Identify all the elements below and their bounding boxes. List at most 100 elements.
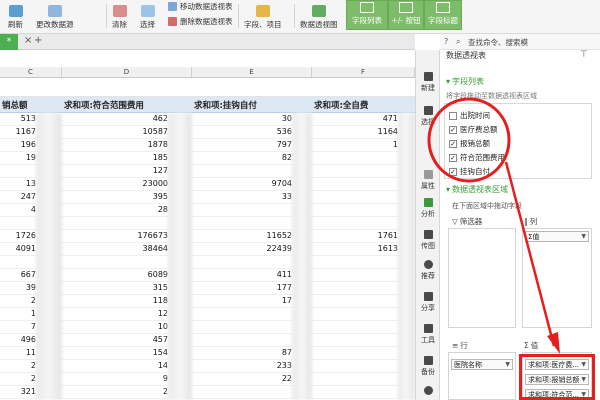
- pivot-chart-button[interactable]: 数据透视图: [300, 2, 338, 30]
- column-header-d[interactable]: D: [62, 67, 192, 78]
- table-cell[interactable]: 30: [252, 114, 292, 125]
- table-cell[interactable]: 1164: [358, 127, 398, 138]
- new-button[interactable]: 新建: [416, 72, 440, 93]
- table-cell[interactable]: 1761: [358, 231, 398, 242]
- table-cell[interactable]: [252, 205, 292, 216]
- field-header-button[interactable]: 字段标题: [424, 0, 462, 30]
- table-cell[interactable]: [358, 322, 398, 333]
- table-cell[interactable]: 154: [128, 348, 168, 359]
- table-cell[interactable]: [252, 387, 292, 398]
- table-cell[interactable]: [358, 374, 398, 385]
- table-cell[interactable]: 1: [0, 309, 36, 320]
- table-cell[interactable]: [358, 335, 398, 346]
- table-cell[interactable]: 22: [252, 374, 292, 385]
- table-cell[interactable]: [358, 361, 398, 372]
- table-cell[interactable]: 10: [128, 322, 168, 333]
- table-cell[interactable]: 471: [358, 114, 398, 125]
- table-cell[interactable]: 462: [128, 114, 168, 125]
- header-cell[interactable]: 销总额: [0, 97, 62, 113]
- spreadsheet-grid[interactable]: C D E F 销总额 求和项:符合范围费用 求和项:挂钩自付 求和项:全自费 …: [0, 50, 415, 400]
- table-cell[interactable]: 411: [252, 270, 292, 281]
- table-cell[interactable]: [358, 192, 398, 203]
- table-cell[interactable]: [0, 218, 36, 229]
- table-cell[interactable]: [358, 153, 398, 164]
- pin-icon[interactable]: ⊤: [580, 50, 588, 60]
- table-cell[interactable]: 395: [128, 192, 168, 203]
- column-header-c[interactable]: C: [0, 67, 62, 78]
- table-cell[interactable]: 536: [252, 127, 292, 138]
- table-cell[interactable]: 2: [0, 374, 36, 385]
- table-cell[interactable]: 14: [128, 361, 168, 372]
- table-cell[interactable]: [358, 387, 398, 398]
- field-list-button[interactable]: 字段列表: [346, 0, 388, 30]
- table-cell[interactable]: [0, 257, 36, 268]
- recommend-button[interactable]: 推荐: [416, 260, 440, 281]
- table-cell[interactable]: [358, 218, 398, 229]
- table-cell[interactable]: 185: [128, 153, 168, 164]
- table-cell[interactable]: [252, 218, 292, 229]
- table-cell[interactable]: [252, 257, 292, 268]
- analyze-button[interactable]: 分析: [416, 198, 440, 219]
- search-icon[interactable]: ⌕: [456, 37, 460, 47]
- table-cell[interactable]: 82: [252, 153, 292, 164]
- table-cell[interactable]: 321: [0, 387, 36, 398]
- clear-button[interactable]: 清除: [112, 2, 127, 30]
- send-image-button[interactable]: 传图: [416, 230, 440, 251]
- table-cell[interactable]: 127: [128, 166, 168, 177]
- row-field-chip[interactable]: 医院名称 ▼: [451, 359, 513, 370]
- table-cell[interactable]: [252, 309, 292, 320]
- header-cell[interactable]: 求和项:符合范围费用: [62, 97, 192, 113]
- help-button[interactable]: [416, 386, 440, 397]
- table-cell[interactable]: 496: [0, 335, 36, 346]
- table-cell[interactable]: 11: [0, 348, 36, 359]
- table-cell[interactable]: 12: [128, 309, 168, 320]
- table-cell[interactable]: 9704: [252, 179, 292, 190]
- help-icon[interactable]: ?: [444, 37, 448, 46]
- table-cell[interactable]: 196: [0, 140, 36, 151]
- table-cell[interactable]: [358, 309, 398, 320]
- table-cell[interactable]: 1878: [128, 140, 168, 151]
- header-cell[interactable]: 求和项:全自费: [312, 97, 415, 113]
- table-cell[interactable]: 28: [128, 205, 168, 216]
- table-cell[interactable]: [358, 205, 398, 216]
- table-cell[interactable]: 1726: [0, 231, 36, 242]
- table-cell[interactable]: [358, 283, 398, 294]
- table-cell[interactable]: 17: [252, 296, 292, 307]
- table-cell[interactable]: [358, 257, 398, 268]
- table-cell[interactable]: 6089: [128, 270, 168, 281]
- column-header-f[interactable]: F: [312, 67, 415, 78]
- row-area[interactable]: 医院名称 ▼: [448, 352, 516, 400]
- delete-pivot-button[interactable]: 删除数据透视表: [168, 16, 233, 27]
- table-cell[interactable]: [128, 218, 168, 229]
- table-cell[interactable]: 667: [0, 270, 36, 281]
- document-tab[interactable]: *: [0, 34, 18, 50]
- table-cell[interactable]: [252, 335, 292, 346]
- new-tab-button[interactable]: +: [34, 35, 42, 46]
- table-cell[interactable]: 2: [0, 296, 36, 307]
- table-cell[interactable]: 177: [252, 283, 292, 294]
- table-cell[interactable]: 11652: [252, 231, 292, 242]
- tools-button[interactable]: 工具: [416, 324, 440, 345]
- table-cell[interactable]: 10587: [128, 127, 168, 138]
- table-cell[interactable]: [128, 257, 168, 268]
- table-cell[interactable]: 33: [252, 192, 292, 203]
- table-cell[interactable]: 247: [0, 192, 36, 203]
- table-cell[interactable]: 118: [128, 296, 168, 307]
- backup-button[interactable]: 备份: [416, 356, 440, 377]
- table-cell[interactable]: [358, 179, 398, 190]
- table-cell[interactable]: [252, 322, 292, 333]
- table-cell[interactable]: 23000: [128, 179, 168, 190]
- table-cell[interactable]: 4: [0, 205, 36, 216]
- search-commands-input[interactable]: 查找命令、搜索模: [468, 37, 528, 48]
- table-cell[interactable]: 13: [0, 179, 36, 190]
- column-header-e[interactable]: E: [192, 67, 312, 78]
- select-button[interactable]: 选择: [140, 2, 155, 30]
- table-cell[interactable]: 233: [252, 361, 292, 372]
- header-cell[interactable]: 求和项:挂钩自付: [192, 97, 312, 113]
- refresh-button[interactable]: 刷新: [8, 2, 23, 30]
- plus-minus-buttons-button[interactable]: +/- 按钮: [388, 0, 424, 30]
- areas-section-title[interactable]: ▾ 数据透视表区域: [446, 184, 508, 195]
- table-cell[interactable]: [358, 296, 398, 307]
- change-source-button[interactable]: 更改数据源: [36, 2, 74, 30]
- table-cell[interactable]: 7: [0, 322, 36, 333]
